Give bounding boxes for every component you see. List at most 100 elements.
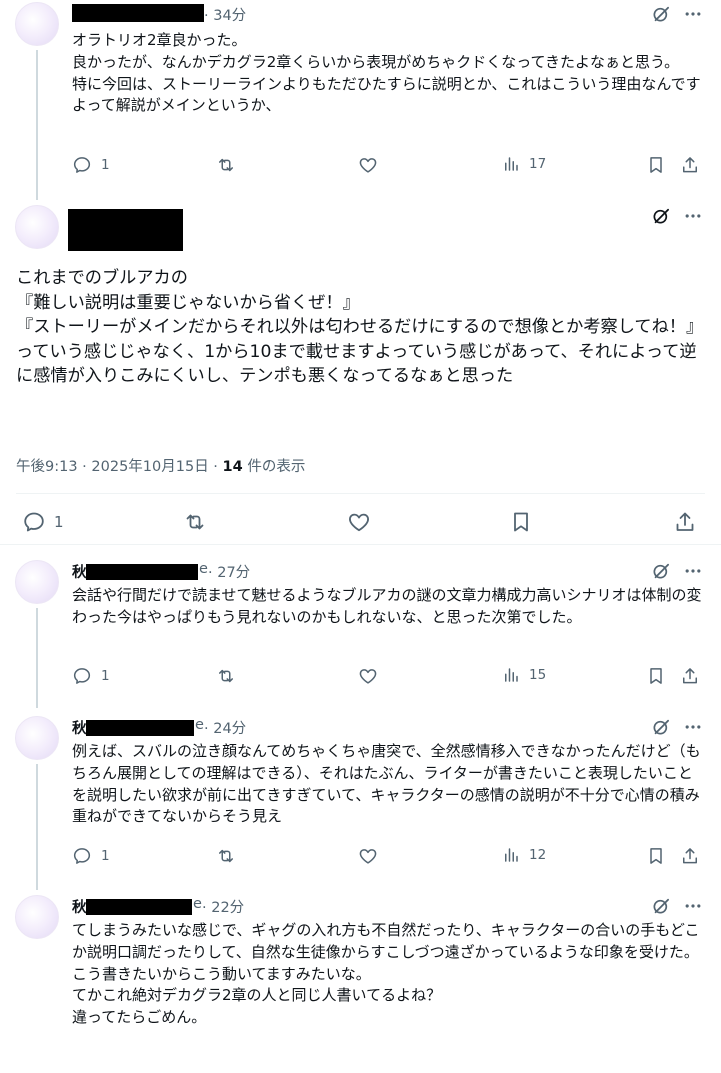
bookmark-button[interactable] <box>646 666 666 686</box>
post-text: オラトリオ2章良かった。 良かったが、なんかデカグラ2章くらいから表現がめちゃク… <box>72 31 701 115</box>
display-name-fragment: 秋 <box>72 900 87 916</box>
bookmark-icon <box>509 510 533 534</box>
like-button[interactable] <box>347 510 371 534</box>
more-icon[interactable] <box>683 206 703 226</box>
post-text: 会話や行間だけで読ませて魅せるようなブルアカの謎の文章力構成力高いシナリオは体制… <box>72 586 702 626</box>
reply-count: 1 <box>54 513 64 531</box>
post-actions: 1 15 <box>72 666 706 690</box>
thread-line <box>36 608 38 708</box>
like-button[interactable] <box>358 155 378 175</box>
divider <box>0 544 721 545</box>
repost-icon <box>216 846 236 866</box>
views-icon <box>502 846 520 864</box>
views-count: 17 <box>529 156 547 172</box>
more-icon[interactable] <box>683 717 703 737</box>
share-icon <box>680 846 700 866</box>
grok-icon[interactable] <box>651 717 671 737</box>
repost-icon <box>216 155 236 175</box>
thread-line <box>36 50 38 200</box>
grok-icon[interactable] <box>651 4 671 24</box>
share-button[interactable] <box>680 846 700 866</box>
repost-button[interactable] <box>216 846 236 866</box>
reply-count: 1 <box>101 848 110 864</box>
main-post-actions: 1 <box>0 506 721 538</box>
avatar[interactable] <box>15 560 59 604</box>
redacted-username <box>68 209 183 251</box>
repost-icon <box>183 510 207 534</box>
views-icon <box>502 666 520 684</box>
divider <box>16 493 705 494</box>
bookmark-icon <box>646 846 666 866</box>
reply-icon <box>72 666 92 686</box>
handle-fragment: e <box>199 561 208 577</box>
share-button[interactable] <box>680 666 700 686</box>
redacted-username <box>72 4 204 22</box>
views-count: 15 <box>529 667 547 683</box>
reply-button[interactable]: 1 <box>72 666 110 686</box>
post-text: 例えば、スバルの泣き顔なんてめちゃくちゃ唐突で、全然感情移入できなかったんだけど… <box>72 742 701 826</box>
grok-icon[interactable] <box>651 561 671 581</box>
share-icon <box>680 155 700 175</box>
views-count: 14 <box>222 459 243 475</box>
more-icon[interactable] <box>683 4 703 24</box>
like-icon <box>358 155 378 175</box>
handle-fragment: e <box>195 717 204 733</box>
repost-button[interactable] <box>216 155 236 175</box>
like-icon <box>358 666 378 686</box>
repost-icon <box>216 666 236 686</box>
like-button[interactable] <box>358 666 378 686</box>
avatar[interactable] <box>15 205 59 249</box>
reply-icon <box>72 155 92 175</box>
bookmark-button[interactable] <box>509 510 533 534</box>
reply-button[interactable]: 1 <box>72 846 110 866</box>
reply-icon <box>22 510 46 534</box>
post-text: てしまうみたいな感じで、ギャグの入れ方も不自然だったり、キャラクターの合いの手も… <box>72 921 700 1027</box>
grok-icon[interactable] <box>651 206 671 226</box>
like-button[interactable] <box>358 846 378 866</box>
avatar[interactable] <box>15 716 59 760</box>
post-time[interactable]: · 27分 <box>208 561 250 582</box>
views-label: 件の表示 <box>242 459 306 475</box>
redacted-username <box>86 564 198 580</box>
post-actions: 1 12 <box>72 846 706 870</box>
views-button[interactable]: 17 <box>502 155 546 173</box>
reply-icon <box>72 846 92 866</box>
share-icon <box>673 510 697 534</box>
like-icon <box>358 846 378 866</box>
share-button[interactable] <box>680 155 700 175</box>
more-icon[interactable] <box>683 561 703 581</box>
redacted-username <box>86 899 192 915</box>
views-button[interactable]: 12 <box>502 846 546 864</box>
handle-fragment: e <box>193 896 202 912</box>
reply-count: 1 <box>101 668 110 684</box>
reply-button[interactable]: 1 <box>22 510 64 534</box>
views-icon <box>502 155 520 173</box>
post-time[interactable]: · 34分 <box>204 4 246 25</box>
reply-count: 1 <box>101 157 110 173</box>
more-icon[interactable] <box>683 896 703 916</box>
avatar[interactable] <box>15 895 59 939</box>
bookmark-button[interactable] <box>646 846 666 866</box>
bookmark-icon <box>646 155 666 175</box>
thread-line <box>36 764 38 890</box>
avatar[interactable] <box>15 2 59 46</box>
repost-button[interactable] <box>216 666 236 686</box>
post-time[interactable]: · 24分 <box>204 717 246 738</box>
like-icon <box>347 510 371 534</box>
timestamp-text: 午後9:13 · 2025年10月15日 · <box>16 459 223 475</box>
views-button[interactable]: 15 <box>502 666 546 684</box>
post-timestamp[interactable]: 午後9:13 · 2025年10月15日 · 14 件の表示 <box>16 455 305 476</box>
post-actions: 1 17 <box>72 155 706 179</box>
display-name-fragment: 秋 <box>72 721 87 737</box>
views-count: 12 <box>529 847 547 863</box>
share-icon <box>680 666 700 686</box>
bookmark-icon <box>646 666 666 686</box>
reply-button[interactable]: 1 <box>72 155 110 175</box>
grok-icon[interactable] <box>651 896 671 916</box>
bookmark-button[interactable] <box>646 155 666 175</box>
redacted-username <box>86 720 194 736</box>
repost-button[interactable] <box>183 510 207 534</box>
share-button[interactable] <box>673 510 697 534</box>
post-time[interactable]: · 22分 <box>202 896 244 917</box>
main-post-text: これまでのブルアカの 『難しい説明は重要じゃないから省くぜ！』 『ストーリーがメ… <box>16 268 704 386</box>
